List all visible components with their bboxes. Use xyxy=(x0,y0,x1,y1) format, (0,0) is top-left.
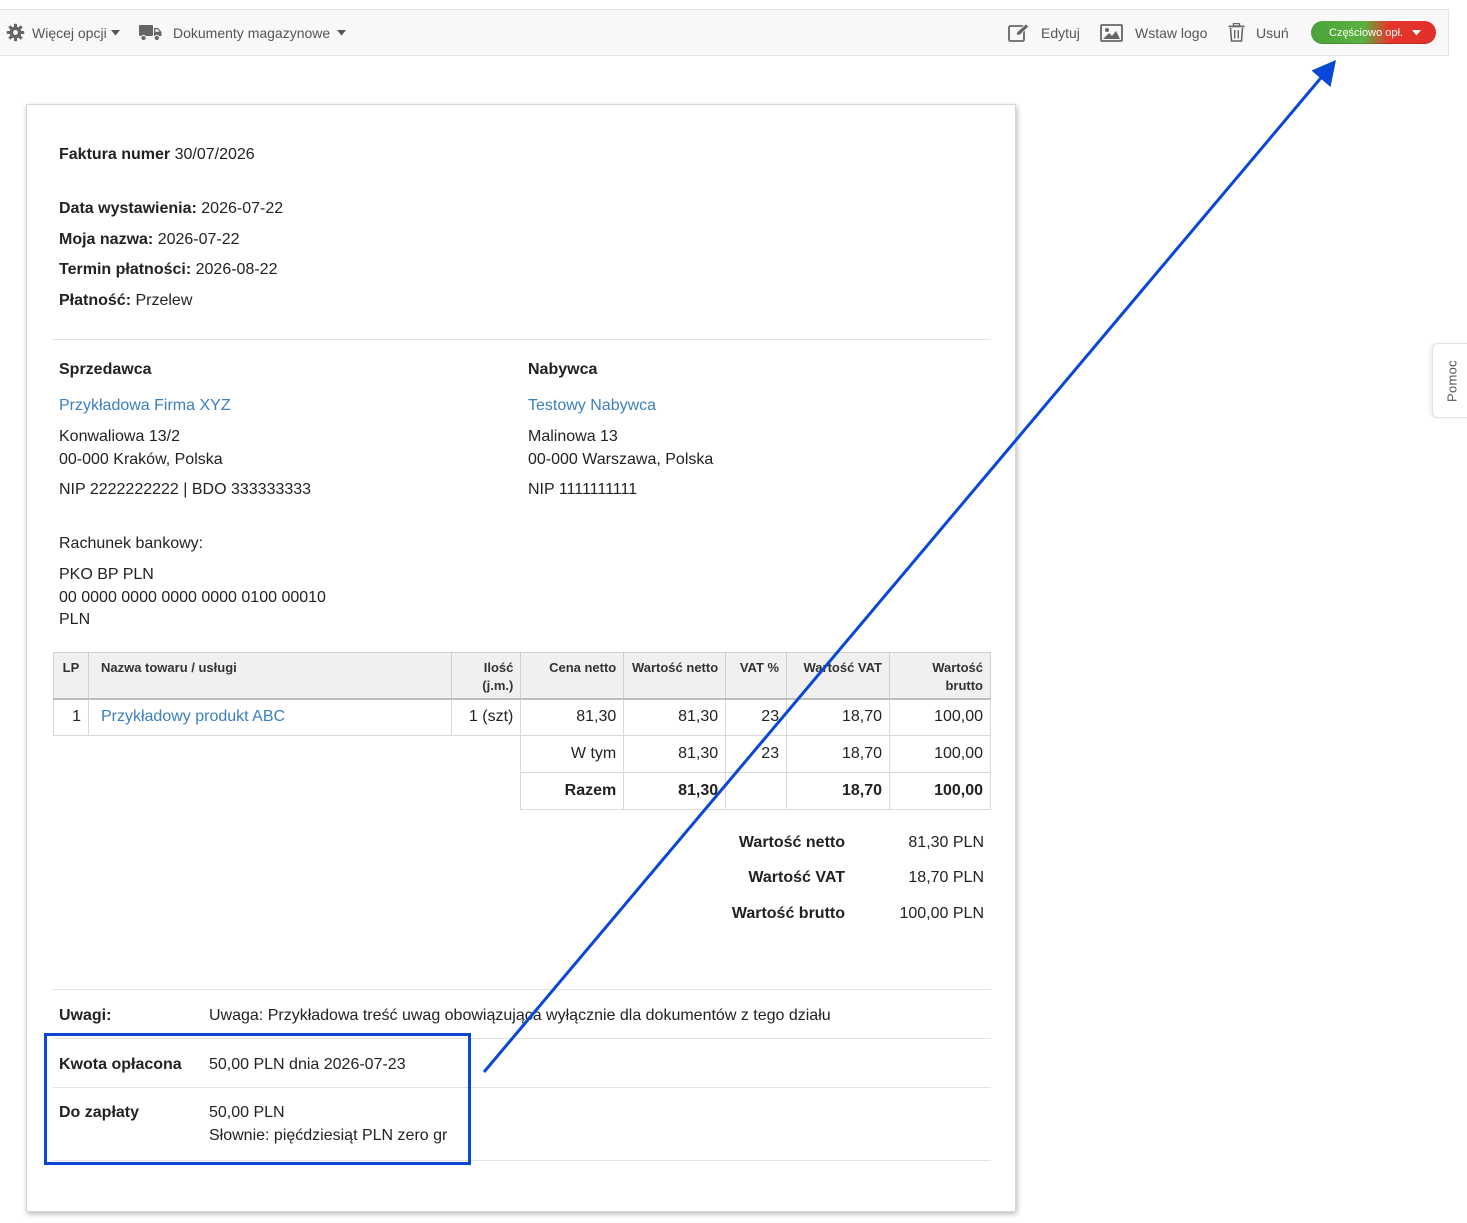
caret-down-icon xyxy=(337,29,347,36)
including-vat-pct: 23 xyxy=(725,735,788,773)
summary-net-label: Wartość netto xyxy=(738,834,845,851)
my-name-field: Moja nazwa: 2026-07-22 xyxy=(59,231,240,248)
paid-amount-label: Kwota opłacona xyxy=(59,1056,182,1073)
summary-vat-label: Wartość VAT xyxy=(748,869,845,886)
total-row: Razem 81,30 18,70 100,00 xyxy=(54,772,991,810)
divider xyxy=(53,339,991,340)
edit-button[interactable]: Edytuj xyxy=(1008,10,1080,55)
insert-logo-label: Wstaw logo xyxy=(1135,24,1208,41)
table-row: 1 Przykładowy produkt ABC 1 (szt) 81,30 … xyxy=(53,698,991,736)
col-header-qty: Ilość (j.m.) xyxy=(451,652,522,700)
total-net-value: 81,30 xyxy=(623,772,727,810)
more-options-menu[interactable]: Więcej opcji xyxy=(6,10,120,55)
payment-status-dropdown[interactable]: Częściowo opł. xyxy=(1311,21,1436,44)
more-options-label: Więcej opcji xyxy=(32,24,107,41)
edit-label: Edytuj xyxy=(1041,24,1080,41)
invoice-items-table: LP Nazwa towaru / usługi Ilość (j.m.) Ce… xyxy=(53,652,991,810)
summary-vat-value: 18,70 PLN xyxy=(908,869,984,886)
seller-name-link[interactable]: Przykładowa Firma XYZ xyxy=(59,396,231,416)
total-vat-pct xyxy=(725,772,788,810)
amount-due-value: 50,00 PLN xyxy=(209,1104,285,1121)
paid-amount-text: 50,00 PLN dnia 2026-07-23 xyxy=(209,1056,406,1073)
help-tab[interactable]: Pomoc xyxy=(1432,343,1467,418)
caret-down-icon xyxy=(110,29,120,36)
including-vat-value: 18,70 xyxy=(786,735,890,773)
seller-address-line1: Konwaliowa 13/2 xyxy=(59,428,180,445)
warehouse-docs-menu[interactable]: Dokumenty magazynowe xyxy=(139,10,347,55)
cell-vat-pct: 23 xyxy=(725,698,788,736)
toolbar: Więcej opcji Dokumenty magazynowe Edytuj… xyxy=(0,9,1449,56)
col-header-vat-value: Wartość VAT xyxy=(786,652,890,700)
help-tab-label: Pomoc xyxy=(1444,359,1459,402)
col-header-name: Nazwa towaru / usługi xyxy=(87,652,453,700)
total-vat-value: 18,70 xyxy=(786,772,890,810)
buyer-address-line2: 00-000 Warszawa, Polska xyxy=(528,451,714,468)
divider xyxy=(53,989,991,990)
payment-method-field: Płatność: Przelew xyxy=(59,292,193,309)
trash-icon xyxy=(1228,23,1245,42)
invoice-number: Faktura numer 30/07/2026 xyxy=(59,146,255,163)
gear-icon xyxy=(6,23,25,42)
buyer-address-line1: Malinowa 13 xyxy=(528,428,618,445)
total-label: Razem xyxy=(520,772,625,810)
bank-account-number: 00 0000 0000 0000 0000 0100 00010 xyxy=(59,589,326,606)
amount-due-label: Do zapłaty xyxy=(59,1104,140,1121)
cell-qty: 1 (szt) xyxy=(451,698,522,736)
table-header-row: LP Nazwa towaru / usługi Ilość (j.m.) Ce… xyxy=(53,652,991,700)
insert-logo-button[interactable]: Wstaw logo xyxy=(1100,10,1207,55)
including-label: W tym xyxy=(520,735,625,773)
buyer-name-link[interactable]: Testowy Nabywca xyxy=(528,396,656,416)
col-header-lp: LP xyxy=(53,652,89,700)
buyer-tax-ids: NIP 1111111111 xyxy=(528,481,638,498)
divider xyxy=(53,1087,991,1088)
seller-address-line2: 00-000 Kraków, Polska xyxy=(59,451,223,468)
cell-net-price: 81,30 xyxy=(520,698,625,736)
caret-down-icon xyxy=(1411,27,1421,39)
warehouse-docs-label: Dokumenty magazynowe xyxy=(173,24,331,41)
edit-icon xyxy=(1008,22,1030,43)
issue-date-field: Data wystawienia: 2026-07-22 xyxy=(59,200,284,217)
buyer-heading: Nabywca xyxy=(528,361,598,378)
total-gross-value: 100,00 xyxy=(889,772,991,810)
notes-label: Uwagi: xyxy=(59,1007,112,1024)
including-gross-value: 100,00 xyxy=(889,735,991,773)
seller-heading: Sprzedawca xyxy=(59,361,152,378)
cell-vat-value: 18,70 xyxy=(786,698,890,736)
col-header-vat-pct: VAT % xyxy=(725,652,788,700)
seller-tax-ids: NIP 2222222222 | BDO 333333333 xyxy=(59,481,312,498)
divider xyxy=(53,1160,991,1161)
delete-label: Usuń xyxy=(1256,24,1289,41)
product-name-link[interactable]: Przykładowy produkt ABC xyxy=(87,698,453,736)
cell-net-value: 81,30 xyxy=(623,698,727,736)
divider xyxy=(53,1038,991,1039)
summary-gross-value: 100,00 PLN xyxy=(899,905,984,922)
truck-icon xyxy=(139,24,162,42)
summary-net-value: 81,30 PLN xyxy=(908,834,984,851)
payment-status-label: Częściowo opł. xyxy=(1329,26,1403,39)
delete-button[interactable]: Usuń xyxy=(1228,10,1289,55)
col-header-gross-value: Wartość brutto xyxy=(889,652,991,700)
bank-currency: PLN xyxy=(59,611,91,628)
image-icon xyxy=(1100,23,1123,42)
invoice-document: Faktura numer 30/07/2026 Data wystawieni… xyxy=(26,104,1016,1212)
summary-gross-label: Wartość brutto xyxy=(731,905,845,922)
bank-account-label: Rachunek bankowy: xyxy=(59,535,204,552)
payment-due-field: Termin płatności: 2026-08-22 xyxy=(59,261,278,278)
cell-gross-value: 100,00 xyxy=(889,698,991,736)
cell-lp: 1 xyxy=(53,698,89,736)
including-row: W tym 81,30 23 18,70 100,00 xyxy=(53,735,991,773)
amount-due-in-words: Słownie: pięćdziesiąt PLN zero gr xyxy=(209,1127,448,1144)
col-header-net-value: Wartość netto xyxy=(623,652,727,700)
col-header-net-price: Cena netto xyxy=(520,652,625,700)
notes-text: Uwaga: Przykładowa treść uwag obowiązują… xyxy=(209,1007,831,1024)
bank-name: PKO BP PLN xyxy=(59,566,154,583)
including-net-value: 81,30 xyxy=(623,735,727,773)
